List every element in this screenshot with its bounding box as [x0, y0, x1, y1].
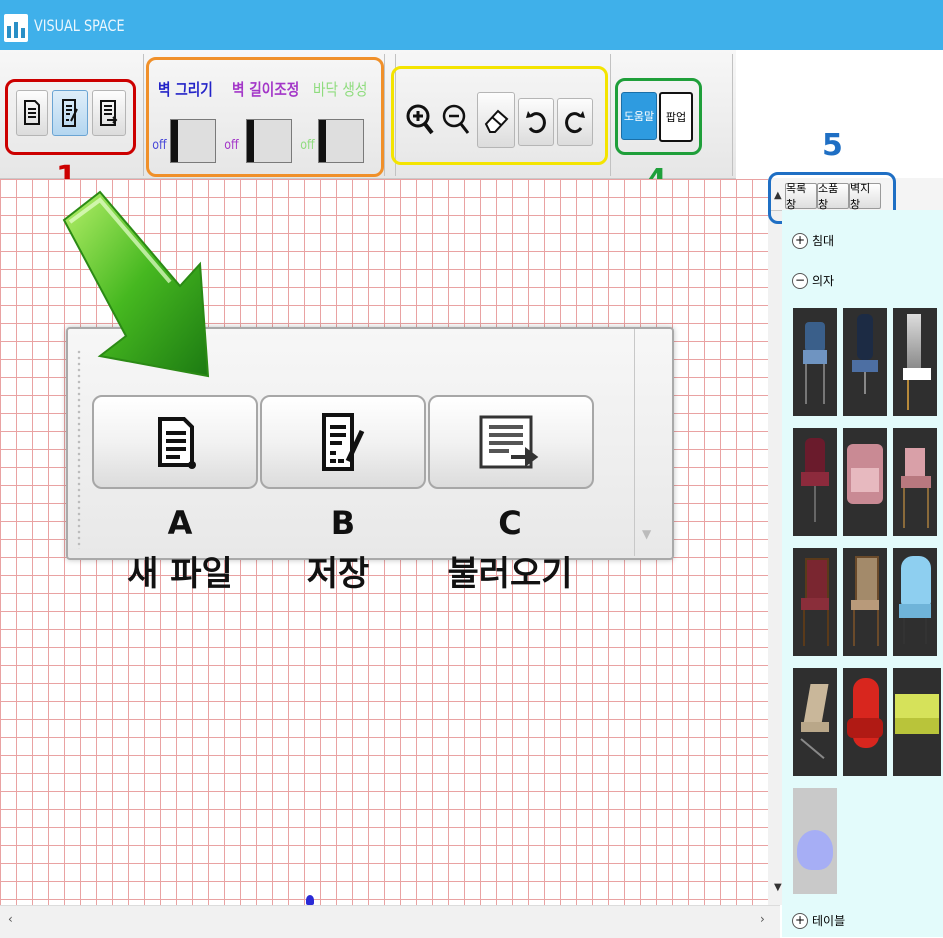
highlight-group-3: [391, 66, 608, 165]
collapse-icon[interactable]: −: [792, 272, 808, 289]
tree-item-chair[interactable]: − 의자: [792, 272, 834, 289]
label-load: 불러오기: [447, 554, 573, 594]
chair-thumbnail[interactable]: [843, 668, 887, 776]
app-logo-icon: [4, 14, 28, 42]
panel-divider: [634, 329, 635, 556]
beanbag-thumbnail[interactable]: [793, 788, 837, 894]
label-save: 저장: [306, 554, 370, 594]
toolbar-separator: [610, 54, 611, 176]
highlight-group-1: [5, 79, 136, 155]
panel-expand-icon[interactable]: ▼: [642, 527, 651, 541]
expand-icon[interactable]: +: [792, 912, 808, 929]
toolbar-separator: [143, 54, 144, 176]
label-new-file: 새 파일: [127, 554, 233, 594]
tree-item-bed[interactable]: + 침대: [792, 232, 834, 249]
toolbar-separator: [732, 54, 733, 176]
highlight-group-2: [146, 57, 384, 177]
tree-item-label: 침대: [812, 234, 835, 248]
magnified-save-button[interactable]: [260, 395, 426, 489]
canvas-cursor-marker: [306, 895, 314, 905]
save-icon: [322, 413, 365, 471]
vertical-scrollbar[interactable]: [768, 179, 782, 905]
magnified-load-button[interactable]: [428, 395, 594, 489]
toolbar-separator: [384, 54, 385, 176]
magnified-new-file-button[interactable]: [92, 395, 258, 489]
new-file-icon: [158, 417, 196, 469]
load-icon: [479, 415, 539, 469]
chair-thumbnail[interactable]: [893, 308, 937, 416]
title-bar: VISUAL SPACE: [0, 0, 943, 50]
scroll-left-arrow-icon[interactable]: ‹: [8, 912, 13, 926]
label-letter-a: A: [167, 504, 193, 542]
tree-item-label: 테이블: [812, 914, 846, 928]
panel-scroll-up-icon[interactable]: ▲: [774, 190, 782, 201]
chair-thumbnail[interactable]: [843, 308, 887, 416]
tree-item-table[interactable]: + 테이블: [792, 912, 845, 929]
expand-icon[interactable]: +: [792, 232, 808, 249]
chair-thumbnail[interactable]: [843, 428, 887, 536]
chair-thumbnail[interactable]: [893, 428, 937, 536]
tree-item-label: 의자: [812, 274, 835, 288]
scroll-right-arrow-icon[interactable]: ›: [760, 912, 765, 926]
highlight-group-4: [615, 78, 702, 155]
app-title: VISUAL SPACE: [34, 16, 125, 35]
horizontal-scrollbar[interactable]: ‹ ›: [0, 905, 780, 938]
chair-thumbnail[interactable]: [793, 428, 837, 536]
chair-thumbnail[interactable]: [843, 548, 887, 656]
chair-thumbnail[interactable]: [793, 548, 837, 656]
chair-thumbnail[interactable]: [793, 668, 837, 776]
label-letter-b: B: [330, 504, 356, 542]
chair-thumbnail[interactable]: [893, 548, 937, 656]
label-letter-c: C: [498, 504, 522, 542]
sofa-thumbnail[interactable]: [893, 668, 941, 776]
green-pointer-arrow: [62, 190, 210, 378]
panel-scroll-down-icon[interactable]: ▼: [774, 882, 782, 893]
callout-number-5: 5: [822, 128, 843, 163]
chair-thumbnail[interactable]: [793, 308, 837, 416]
